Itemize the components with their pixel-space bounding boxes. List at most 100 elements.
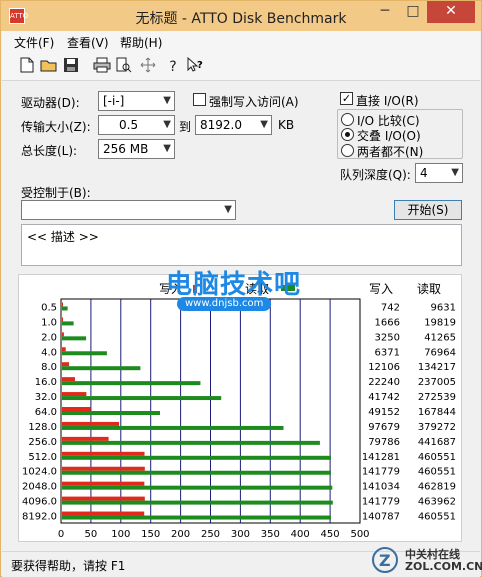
to-label: 到 — [179, 120, 192, 134]
x-tick-label: 250 — [201, 529, 220, 540]
transfer-to-value: 8192.0 — [200, 118, 242, 132]
maximize-button[interactable]: □ — [399, 1, 427, 23]
y-tick-label: 8192.0 — [22, 512, 57, 523]
watermark-title: 电脑技术吧 — [166, 270, 302, 300]
new-file-icon[interactable] — [17, 57, 37, 77]
y-tick-label: 512.0 — [28, 452, 57, 463]
force-write-label: 强制写入访问(A) — [209, 95, 299, 109]
bar-read — [62, 306, 68, 311]
write-value: 141034 — [362, 482, 400, 493]
bar-read — [62, 515, 331, 520]
read-header: 读取 — [417, 282, 441, 296]
transfer-from-select[interactable]: 0.5 ▼ — [98, 115, 175, 135]
watermark-url: www.dnjsb.com — [177, 297, 272, 311]
overlapped-io-radio[interactable] — [341, 128, 354, 141]
queue-depth-value: 4 — [420, 166, 428, 180]
read-value: 460551 — [418, 467, 456, 478]
y-tick-label: 2048.0 — [22, 482, 57, 493]
move-icon[interactable] — [138, 57, 158, 77]
total-length-value: 256 MB — [103, 142, 149, 156]
y-tick-label: 256.0 — [28, 437, 57, 448]
drive-select[interactable]: [-i-] ▼ — [98, 91, 175, 111]
io-compare-radio[interactable] — [341, 113, 354, 126]
bar-write — [62, 481, 145, 486]
queue-depth-select[interactable]: 4 ▼ — [415, 163, 463, 183]
y-tick-label: 64.0 — [35, 407, 57, 418]
bar-write — [62, 451, 145, 456]
results-chart: 写入 读取 0 50 100 150 200 250 300 350 400 450 500 传输速率 -… — [22, 282, 456, 556]
print-icon[interactable] — [92, 57, 112, 77]
total-length-label: 总长度(L): — [21, 144, 78, 158]
zol-logo: Z 中关村在线 ZOL.COM.CN — [371, 546, 482, 576]
overlapped-io-label: 交叠 I/O(O) — [357, 129, 421, 143]
open-folder-icon[interactable] — [39, 57, 59, 77]
y-tick-label: 4.0 — [41, 347, 57, 358]
save-icon[interactable] — [61, 57, 81, 77]
bar-read — [62, 396, 222, 401]
x-tick-label: 500 — [350, 529, 369, 540]
bar-write — [62, 421, 120, 426]
context-help-icon[interactable]: ? — [185, 56, 205, 77]
y-tick-label: 0.5 — [41, 302, 57, 313]
neither-label: 两者都不(N) — [357, 145, 424, 159]
bar-write — [62, 511, 145, 516]
read-value: 237005 — [418, 377, 456, 388]
queue-depth-label: 队列深度(Q): — [340, 168, 411, 182]
title-bar[interactable]: ATTO 无标题 - ATTO Disk Benchmark ─ □ ✕ — [1, 1, 481, 31]
write-value: 1666 — [375, 317, 400, 328]
x-tick-label: 400 — [291, 529, 310, 540]
direct-io-checkbox[interactable]: ✓ — [340, 92, 353, 105]
write-value: 141779 — [362, 467, 400, 478]
bar-write — [62, 392, 87, 397]
toolbar: ? ? — [2, 53, 480, 81]
description-box[interactable]: << 描述 >> — [21, 224, 462, 266]
bar-write — [62, 317, 63, 322]
read-value: 167844 — [418, 407, 456, 418]
write-header: 写入 — [369, 282, 393, 296]
help-icon[interactable]: ? — [163, 57, 183, 77]
read-value: 460551 — [418, 512, 456, 523]
bar-read — [62, 425, 284, 430]
drive-value: [-i-] — [103, 94, 125, 108]
close-button[interactable]: ✕ — [427, 1, 475, 23]
x-tick-label: 350 — [261, 529, 280, 540]
y-tick-label: 2.0 — [41, 332, 57, 343]
bar-write — [62, 496, 145, 501]
bar-write — [62, 302, 63, 307]
write-value: 141281 — [362, 452, 400, 463]
controlled-by-select[interactable]: ▼ — [21, 200, 236, 220]
menu-file[interactable]: 文件(F) — [14, 34, 54, 51]
x-tick-label: 200 — [171, 529, 190, 540]
read-value: 272539 — [418, 392, 456, 403]
write-value: 22240 — [368, 377, 400, 388]
menu-view[interactable]: 查看(V) — [67, 34, 109, 51]
bar-read — [62, 381, 201, 386]
bar-read — [62, 470, 331, 475]
start-button[interactable]: 开始(S) — [394, 200, 462, 220]
controlled-by-label: 受控制于(B): — [21, 186, 91, 200]
x-tick-label: 0 — [58, 529, 64, 540]
force-write-checkbox[interactable] — [193, 93, 206, 106]
write-value: 41742 — [368, 392, 400, 403]
menu-help[interactable]: 帮助(H) — [120, 34, 162, 51]
bar-read — [62, 351, 107, 356]
chevron-down-icon: ▼ — [163, 143, 171, 154]
write-value: 6371 — [375, 347, 400, 358]
x-tick-label: 150 — [141, 529, 160, 540]
bar-read — [62, 485, 333, 490]
print-preview-icon[interactable] — [114, 57, 134, 77]
write-value: 140787 — [362, 512, 400, 523]
y-tick-label: 1024.0 — [22, 467, 57, 478]
read-value: 463962 — [418, 497, 456, 508]
transfer-to-select[interactable]: 8192.0 ▼ — [195, 115, 272, 135]
total-length-select[interactable]: 256 MB ▼ — [98, 139, 175, 159]
description-text: << 描述 >> — [27, 230, 99, 244]
minimize-button[interactable]: ─ — [371, 1, 399, 23]
x-tick-label: 100 — [111, 529, 130, 540]
kb-unit-label: KB — [278, 118, 295, 132]
read-value: 76964 — [424, 347, 456, 358]
bar-write — [62, 407, 91, 411]
neither-radio[interactable] — [341, 144, 354, 157]
svg-text:?: ? — [197, 60, 203, 71]
write-value: 141779 — [362, 497, 400, 508]
